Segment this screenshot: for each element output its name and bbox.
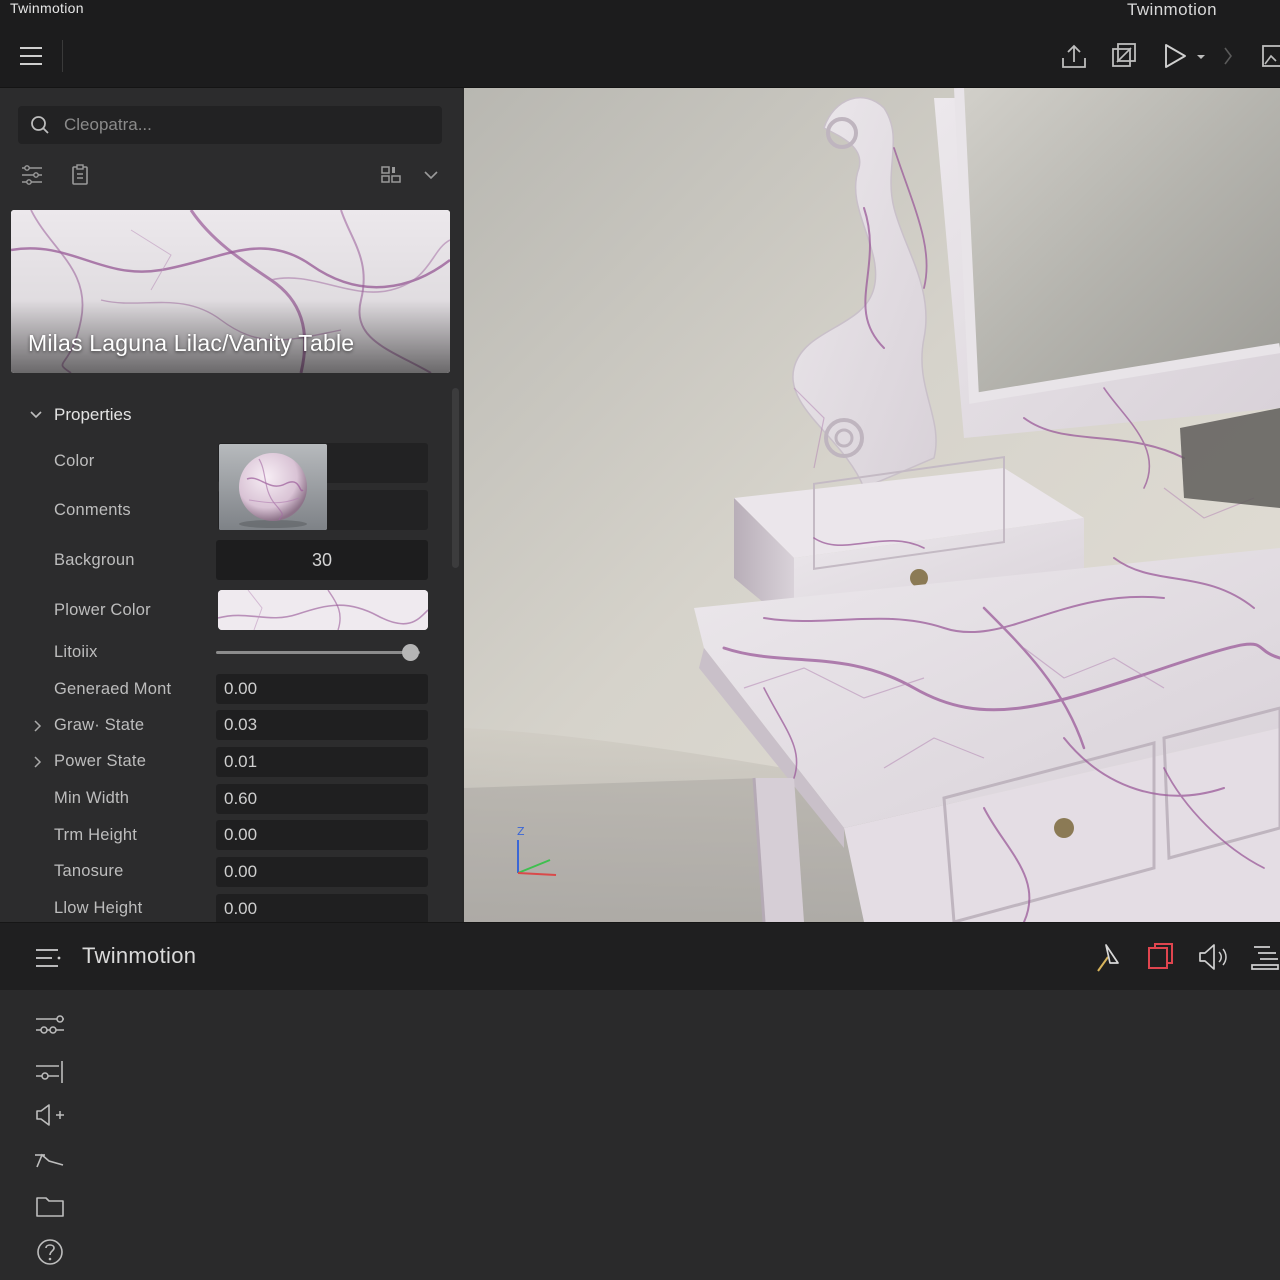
graw-state-field[interactable]: 0.03 (216, 710, 428, 740)
speaker-add-icon[interactable] (33, 1098, 67, 1132)
search-bar (18, 106, 442, 144)
app-title-right: Twinmotion (1127, 0, 1217, 19)
play-icon[interactable] (1160, 40, 1190, 72)
terrain-icon[interactable] (1248, 939, 1280, 975)
plower-color-swatch[interactable] (218, 590, 428, 630)
app-title-left: Twinmotion (10, 0, 84, 16)
axis-z-label: Z (517, 825, 525, 838)
material-panel: Milas Laguna Lilac/Vanity Table Properti… (0, 88, 462, 922)
llow-height-field[interactable]: 0.00 (216, 894, 428, 922)
property-label: Color (54, 452, 95, 470)
property-label: Generaed Mont (54, 680, 172, 698)
chevron-down-icon (30, 411, 42, 419)
3d-viewport[interactable]: Z (464, 88, 1280, 922)
speaker-icon[interactable] (1196, 939, 1230, 975)
search-icon (31, 116, 49, 134)
material-card[interactable]: Milas Laguna Lilac/Vanity Table (11, 210, 450, 373)
trm-height-field[interactable]: 0.00 (216, 820, 428, 850)
litoiix-slider-track[interactable] (216, 651, 420, 654)
chevron-right-icon[interactable] (1219, 40, 1237, 72)
tanosure-field[interactable]: 0.00 (216, 857, 428, 887)
background-number-field[interactable]: 30 (216, 540, 428, 580)
panel-scrollbar[interactable] (452, 388, 459, 568)
menu-icon[interactable] (16, 42, 46, 70)
properties-section-toggle[interactable]: Properties (28, 404, 131, 426)
property-label: Backgroun (54, 551, 135, 569)
toolbar-divider (62, 40, 63, 72)
material-preview-swatch[interactable] (219, 444, 327, 530)
path-icon[interactable] (33, 1143, 67, 1177)
property-label: Min Width (54, 789, 130, 807)
export-icon[interactable] (1059, 40, 1089, 72)
property-label: Tanosure (54, 862, 124, 880)
bottom-bar-title: Twinmotion (82, 943, 197, 968)
list-menu-icon[interactable] (34, 945, 64, 971)
chevron-right-icon[interactable] (31, 719, 45, 733)
image-icon[interactable] (1260, 40, 1280, 72)
clipboard-icon[interactable] (67, 162, 93, 188)
property-label: Trm Height (54, 826, 137, 844)
paint-brush-icon[interactable] (1092, 939, 1126, 975)
section-label: Properties (54, 405, 132, 424)
folder-icon[interactable] (33, 1189, 67, 1223)
settings-icon[interactable] (33, 1008, 67, 1042)
marble-strip (218, 590, 428, 630)
property-label: Graw· State (54, 716, 145, 734)
min-width-field[interactable]: 0.60 (216, 784, 428, 814)
generaed-mont-field[interactable]: 0.00 (216, 674, 428, 704)
title-bar: Twinmotion Twinmotion (0, 0, 1280, 88)
chevron-down-icon[interactable] (418, 162, 444, 188)
search-input[interactable] (64, 106, 434, 144)
object-select-icon[interactable] (1144, 939, 1178, 975)
dropdown-icon[interactable] (1194, 40, 1208, 72)
property-label: Llow Height (54, 899, 143, 917)
bottom-toolbar: Twinmotion (0, 922, 1280, 990)
material-title: Milas Laguna Lilac/Vanity Table (28, 330, 355, 356)
layout-grid-icon[interactable] (378, 162, 404, 188)
property-label: Plower Color (54, 601, 151, 619)
bottom-panel (0, 990, 1280, 1280)
scene-render (464, 88, 1280, 922)
adjust-icon[interactable] (33, 1053, 67, 1087)
help-icon[interactable] (33, 1235, 67, 1269)
property-label: Conments (54, 501, 131, 519)
property-label: Litoiix (54, 643, 98, 661)
filter-icon[interactable] (19, 162, 45, 188)
chevron-right-icon[interactable] (31, 755, 45, 769)
marble-sphere (219, 444, 327, 530)
property-label: Power State (54, 752, 147, 770)
power-state-field[interactable]: 0.01 (216, 747, 428, 777)
render-icon[interactable] (1109, 40, 1139, 72)
litoiix-slider-handle[interactable] (401, 644, 419, 661)
